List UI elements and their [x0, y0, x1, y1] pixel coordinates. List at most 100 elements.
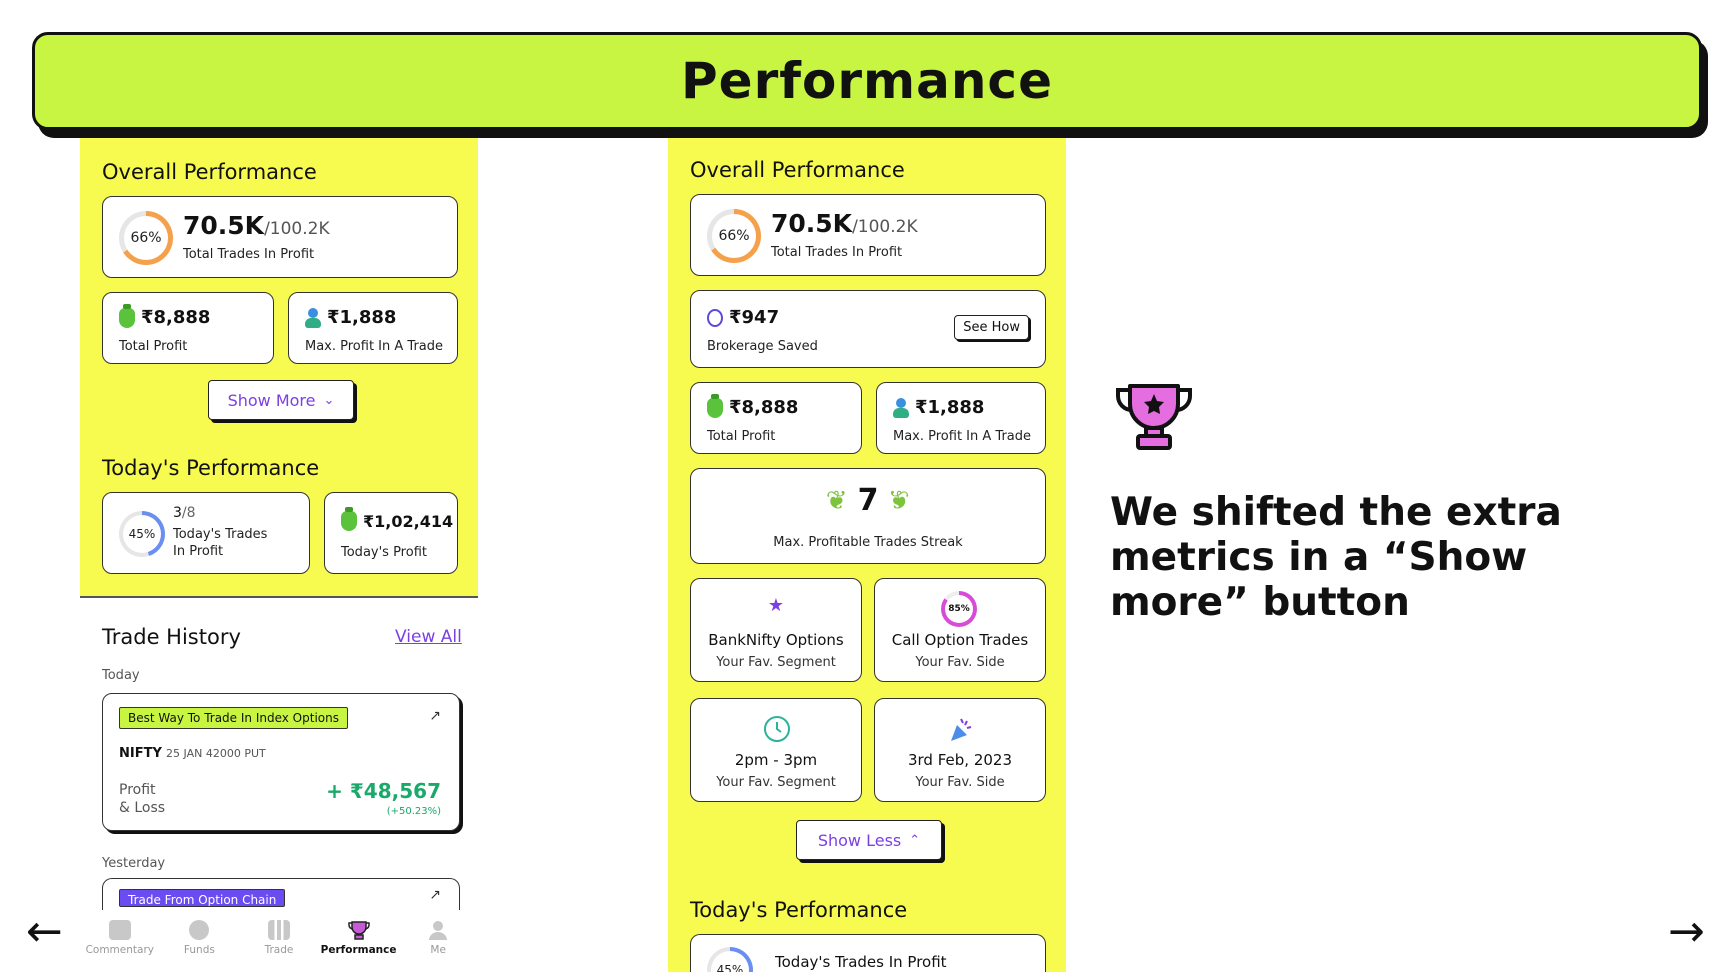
trophy-icon: [1116, 384, 1192, 450]
progress-ring-45: 45%: [119, 511, 165, 557]
ring-percent: 66%: [712, 214, 756, 258]
todays-profit-value: ₹1,02,414: [363, 511, 454, 531]
user-icon: [429, 921, 448, 940]
nav-me[interactable]: Me: [402, 920, 474, 956]
metric-card-segment: ★ BankNifty Options Your Fav. Segment: [690, 578, 862, 682]
chat-icon: [108, 920, 131, 940]
total-profit-value: ₹8,888: [141, 307, 211, 328]
laurel-left-icon: ❦: [825, 485, 848, 516]
max-profit-label: Max. Profit In A Trade: [893, 429, 1032, 444]
right-phone-panel: Overall Performance 66% 70.5K/100.2K Tot…: [668, 138, 1066, 972]
ring-percent: 45%: [711, 951, 749, 972]
pl-label-2: & Loss: [119, 800, 166, 816]
nav-commentary-label: Commentary: [85, 944, 154, 956]
trade-history-title: Trade History: [102, 625, 241, 649]
show-less-button[interactable]: Show Less ⌃: [796, 820, 942, 860]
todays-trades-card: 45% Today's Trades In Profit: [690, 934, 1046, 972]
progress-ring-66: 66%: [707, 209, 761, 263]
next-arrow-icon[interactable]: →: [1668, 910, 1705, 954]
candles-icon: [267, 920, 290, 940]
total-profit-card: ₹8,888 Total Profit: [690, 382, 862, 454]
nav-performance-label: Performance: [320, 944, 397, 956]
nav-trade[interactable]: Trade: [243, 920, 315, 956]
ring-percent: 45%: [123, 515, 161, 553]
view-all-link[interactable]: View All: [395, 627, 462, 647]
metric-sub: Your Fav. Segment: [716, 775, 836, 790]
nav-performance[interactable]: Performance: [320, 920, 397, 956]
streak-value: 7: [857, 483, 879, 518]
todays-profit-card: ₹1,02,414 Today's Profit: [324, 492, 458, 574]
todays-trades-label-2: In Profit: [173, 544, 224, 559]
max-profit-label: Max. Profit In A Trade: [305, 339, 444, 354]
todays-trades-of: /8: [181, 505, 196, 521]
left-phone-panel: Overall Performance 66% 70.5K/100.2K Tot…: [80, 138, 478, 598]
total-profit-label: Total Profit: [119, 339, 188, 354]
max-profit-value: ₹1,888: [327, 307, 397, 328]
total-trades-value: 70.5K: [183, 211, 265, 240]
party-popper-icon: [951, 718, 972, 741]
percent-ring-icon: 85%: [941, 591, 977, 627]
bottom-nav: Commentary Funds Trade Performance Me: [80, 910, 478, 972]
show-more-button[interactable]: Show More ⌄: [208, 380, 354, 420]
todays-trades-label-1: Today's Trades: [173, 527, 268, 542]
metric-title: Call Option Trades: [891, 631, 1029, 649]
progress-ring-45: 45%: [707, 947, 753, 972]
max-profit-value: ₹1,888: [915, 397, 985, 418]
todays-trades-card: 45% 3/8 Today's Trades In Profit: [102, 492, 310, 574]
total-trades-card: 66% 70.5K/100.2K Total Trades In Profit: [102, 196, 458, 278]
trade-symbol: NIFTY: [119, 746, 162, 761]
trade-tag: Best Way To Trade In Index Options: [119, 707, 348, 729]
pl-label-1: Profit: [119, 782, 156, 798]
total-profit-value: ₹8,888: [729, 397, 799, 418]
todays-performance-title: Today's Performance: [102, 456, 320, 480]
trophy-icon: [347, 921, 370, 940]
overall-performance-title: Overall Performance: [102, 160, 317, 184]
today-label: Today: [102, 668, 140, 683]
pl-change: (+50.23%): [386, 806, 441, 817]
overall-performance-title: Overall Performance: [690, 158, 905, 182]
open-arrow-icon[interactable]: ↗: [429, 887, 441, 903]
max-profit-card: ₹1,888 Max. Profit In A Trade: [288, 292, 458, 364]
show-less-label: Show Less: [817, 830, 902, 850]
pl-amount: + ₹48,567: [326, 779, 441, 803]
trader-icon: [893, 397, 909, 418]
open-arrow-icon[interactable]: ↗: [429, 708, 441, 724]
clock-icon: [764, 716, 790, 742]
metric-card-date: 3rd Feb, 2023 Your Fav. Side: [874, 698, 1046, 802]
metric-card-time: 2pm - 3pm Your Fav. Segment: [690, 698, 862, 802]
max-profit-card: ₹1,888 Max. Profit In A Trade: [876, 382, 1046, 454]
nav-trade-label: Trade: [264, 944, 294, 956]
see-how-button[interactable]: See How: [954, 315, 1029, 340]
rupee-icon: [189, 920, 210, 940]
star-icon: ★: [767, 595, 785, 616]
metric-title: BankNifty Options: [708, 631, 844, 649]
nav-funds[interactable]: Funds: [163, 920, 235, 956]
metric-title: 3rd Feb, 2023: [907, 751, 1012, 769]
total-profit-label: Total Profit: [707, 429, 776, 444]
metric-sub: Your Fav. Side: [915, 655, 1005, 670]
nav-funds-label: Funds: [183, 944, 215, 956]
previous-arrow-icon[interactable]: ←: [26, 910, 63, 954]
metric-sub: Your Fav. Segment: [716, 655, 836, 670]
metric-sub: Your Fav. Side: [915, 775, 1005, 790]
chevron-down-icon: ⌄: [323, 392, 335, 408]
streak-label: Max. Profitable Trades Streak: [773, 535, 963, 550]
total-trades-value: 70.5K: [771, 209, 853, 238]
todays-performance-title: Today's Performance: [690, 898, 908, 922]
total-trades-label: Total Trades In Profit: [771, 245, 903, 260]
laurel-right-icon: ❦: [888, 485, 911, 516]
trade-tag-yesterday: Trade From Option Chain: [119, 889, 286, 907]
brokerage-value: ₹947: [729, 307, 780, 328]
coin-icon: [707, 308, 723, 327]
trade-card[interactable]: Best Way To Trade In Index Options ↗ NIF…: [102, 693, 460, 831]
total-trades-label: Total Trades In Profit: [183, 247, 315, 262]
trade-detail: 25 JAN 42000 PUT: [166, 747, 266, 760]
total-trades-card: 66% 70.5K/100.2K Total Trades In Profit: [690, 194, 1046, 276]
metric-badge: 85%: [945, 595, 973, 623]
nav-commentary[interactable]: Commentary: [84, 920, 156, 956]
total-trades-of: /100.2K: [852, 217, 918, 237]
tagline: We shifted the extra metrics in a “Show …: [1110, 490, 1562, 625]
metric-card-side: 85% Call Option Trades Your Fav. Side: [874, 578, 1046, 682]
money-bag-icon: [707, 393, 723, 418]
nav-me-label: Me: [430, 944, 446, 956]
